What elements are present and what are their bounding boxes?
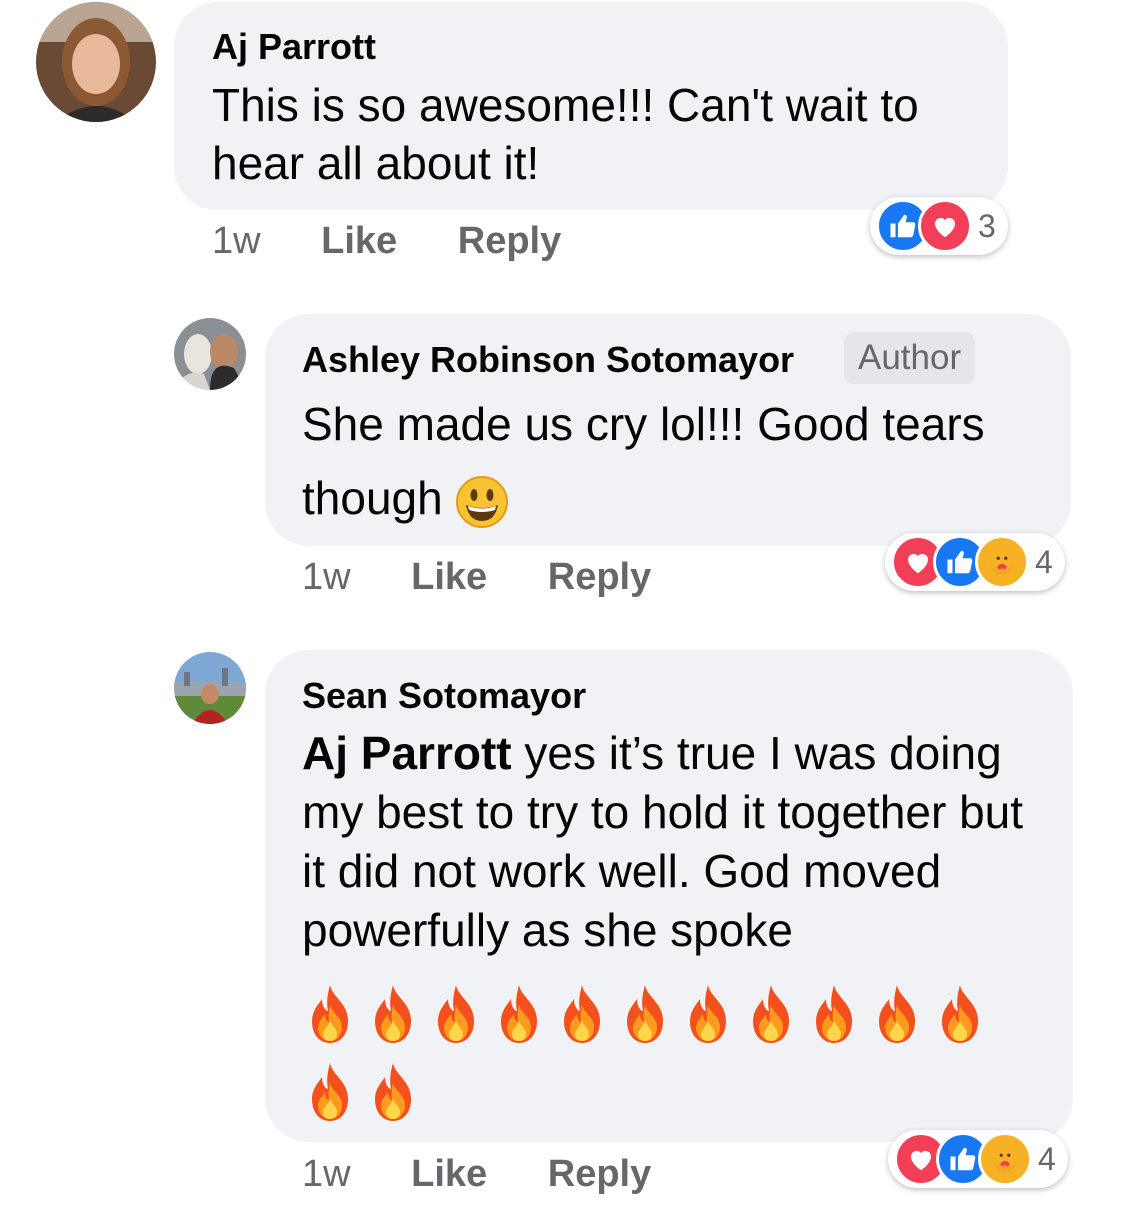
comment-actions: 1w Like Reply (212, 220, 561, 263)
care-icon (975, 535, 1029, 589)
reply-button[interactable]: Reply (548, 556, 651, 599)
reactions-summary[interactable]: 4 (885, 533, 1065, 591)
fire-emoji (564, 984, 600, 1043)
fire-emoji (816, 984, 852, 1043)
comment-text: Aj Parrott yes it’s true I was doing my … (302, 724, 1054, 960)
fire-emoji (942, 984, 978, 1043)
fire-emoji (312, 1062, 348, 1121)
like-button[interactable]: Like (411, 556, 487, 599)
author-name[interactable]: Ashley Robinson Sotomayor (302, 339, 794, 381)
author-name[interactable]: Aj Parrott (212, 26, 376, 68)
reaction-count: 3 (978, 207, 996, 244)
avatar[interactable] (36, 2, 156, 122)
mention-link[interactable]: Aj Parrott (302, 727, 512, 779)
fire-emoji (375, 984, 411, 1043)
reaction-count: 4 (1038, 1140, 1056, 1177)
reply-button[interactable]: Reply (548, 1153, 651, 1196)
fire-emoji (375, 1062, 411, 1121)
comment-timestamp[interactable]: 1w (212, 220, 261, 263)
fire-emoji (438, 984, 474, 1043)
author-badge: Author (844, 332, 976, 384)
comment-text: This is so awesome!!! Can't wait to hear… (212, 79, 919, 189)
avatar[interactable] (174, 652, 246, 724)
comment-text-content: She made us cry lol!!! Good tears though (302, 398, 985, 524)
comment-actions: 1w Like Reply (302, 556, 651, 599)
reactions-summary[interactable]: 4 (888, 1130, 1068, 1188)
fire-emoji-row (302, 975, 1022, 1131)
reply-button[interactable]: Reply (458, 220, 561, 263)
fire-emoji (690, 984, 726, 1043)
like-button[interactable]: Like (411, 1153, 487, 1196)
comment-text: She made us cry lol!!! Good tears though (302, 387, 1052, 535)
fire-emoji (501, 984, 537, 1043)
author-name[interactable]: Sean Sotomayor (302, 675, 586, 717)
grinning-face-emoji (456, 475, 509, 528)
care-icon (978, 1132, 1032, 1186)
like-button[interactable]: Like (321, 220, 397, 263)
fire-emoji (879, 984, 915, 1043)
fire-emoji (627, 984, 663, 1043)
comment-actions: 1w Like Reply (302, 1153, 651, 1196)
fire-emoji (312, 984, 348, 1043)
love-icon (918, 199, 972, 253)
reaction-count: 4 (1035, 543, 1053, 580)
fire-emoji (753, 984, 789, 1043)
reactions-summary[interactable]: 3 (870, 197, 1008, 255)
comment-timestamp[interactable]: 1w (302, 1153, 351, 1196)
comment-timestamp[interactable]: 1w (302, 556, 351, 599)
avatar[interactable] (174, 318, 246, 390)
